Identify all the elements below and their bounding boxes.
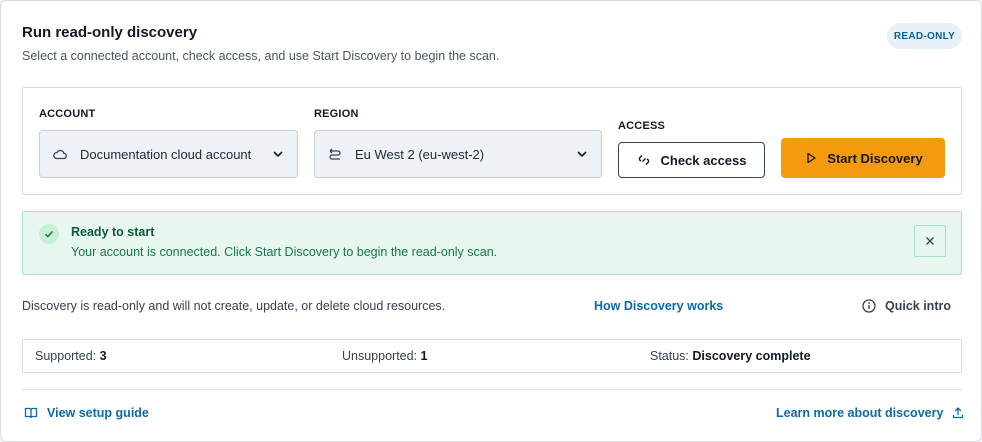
account-select-value: Documentation cloud account bbox=[80, 146, 252, 162]
close-alert-button[interactable] bbox=[914, 225, 946, 257]
quick-intro-button[interactable]: Quick intro bbox=[861, 298, 951, 314]
page-title: Run read-only discovery bbox=[22, 24, 198, 41]
region-select[interactable]: Eu West 2 (eu-west-2) bbox=[314, 130, 602, 178]
account-select[interactable]: Documentation cloud account bbox=[39, 130, 298, 178]
learn-more-label: Learn more about discovery bbox=[776, 406, 944, 420]
view-setup-guide-label: View setup guide bbox=[47, 406, 149, 420]
learn-more-link[interactable]: Learn more about discovery bbox=[776, 405, 967, 421]
divider bbox=[22, 389, 962, 390]
view-setup-guide-link[interactable]: View setup guide bbox=[23, 405, 149, 421]
status-value: Discovery complete bbox=[692, 349, 811, 363]
region-label: REGION bbox=[314, 108, 359, 120]
start-discovery-label: Start Discovery bbox=[827, 150, 923, 166]
read-only-info: Discovery is read-only and will not crea… bbox=[22, 299, 446, 313]
region-icon bbox=[327, 146, 343, 162]
page-subtitle: Select a connected account, check access… bbox=[22, 49, 500, 63]
ready-alert: Ready to start Your account is connected… bbox=[22, 211, 962, 275]
close-icon bbox=[924, 235, 936, 247]
discovery-form-panel: ACCOUNT Documentation cloud account REGI… bbox=[22, 87, 962, 195]
quick-intro-label: Quick intro bbox=[885, 299, 951, 313]
alert-message: Your account is connected. Click Start D… bbox=[71, 245, 498, 259]
access-label: ACCESS bbox=[618, 120, 666, 132]
check-access-label: Check access bbox=[660, 152, 747, 168]
check-access-button[interactable]: Check access bbox=[618, 142, 765, 178]
discovery-stats: Supported: 3 Unsupported: 1 Status: Disc… bbox=[22, 339, 962, 373]
check-circle-icon bbox=[39, 224, 59, 244]
alert-title: Ready to start bbox=[71, 225, 155, 239]
account-label: ACCOUNT bbox=[39, 108, 96, 120]
read-only-badge: READ-ONLY bbox=[887, 23, 962, 49]
unsupported-count: 1 bbox=[420, 349, 428, 363]
link-check-icon bbox=[636, 152, 652, 168]
start-discovery-button[interactable]: Start Discovery bbox=[781, 138, 945, 178]
book-icon bbox=[23, 405, 39, 421]
how-discovery-works-link[interactable]: How Discovery works bbox=[594, 299, 723, 313]
chevron-down-icon bbox=[271, 147, 285, 161]
chevron-down-icon bbox=[575, 147, 589, 161]
discovery-card: Run read-only discovery Select a connect… bbox=[0, 0, 982, 442]
cloud-icon bbox=[52, 146, 68, 162]
info-icon bbox=[861, 298, 877, 314]
status-stat: Status: Discovery complete bbox=[650, 349, 811, 363]
region-select-value: Eu West 2 (eu-west-2) bbox=[355, 146, 485, 162]
supported-count: 3 bbox=[99, 349, 107, 363]
play-icon bbox=[803, 150, 819, 166]
unsupported-stat: Unsupported: 1 bbox=[342, 349, 428, 363]
supported-stat: Supported: 3 bbox=[35, 349, 107, 363]
external-link-icon bbox=[951, 405, 967, 421]
